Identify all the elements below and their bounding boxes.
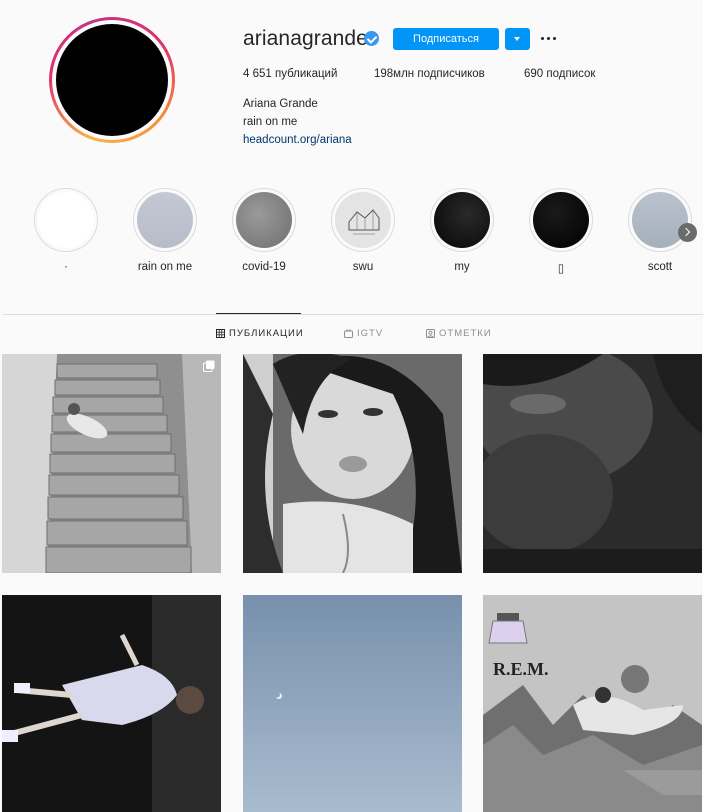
highlight-swu[interactable] [331,188,395,252]
tab-tagged[interactable]: ОТМЕТКИ [426,328,492,339]
portrait-photo-image [243,354,462,573]
verified-badge-icon [364,31,379,46]
suggestions-dropdown-button[interactable] [505,28,530,50]
highlight-box[interactable] [529,188,593,252]
highlight-1[interactable] [34,188,98,252]
dance-photo-image [2,595,221,812]
highlight-cover [38,192,94,248]
post-thumbnail-portrait[interactable] [243,354,462,573]
highlights-next-arrow-icon[interactable] [678,223,697,242]
highlight-label: my [454,261,470,273]
posts-count: 4 651 публикаций [243,68,338,80]
house-sketch-icon [348,209,380,235]
sky-moon-photo-image [243,595,462,812]
highlight-label: rain on me [137,261,193,273]
highlight-cover [335,192,391,248]
follow-button[interactable]: Подписаться [393,28,499,50]
post-thumbnail-sky[interactable] [243,595,462,812]
highlight-covid-19[interactable] [232,188,296,252]
rem-perfume-art-image: R.E.M. [483,595,702,812]
highlight-cover [434,192,490,248]
carousel-icon [203,360,215,372]
highlight-label: scott [647,261,673,273]
tab-posts[interactable]: ПУБЛИКАЦИИ [216,328,304,339]
avatar[interactable] [56,24,168,136]
tab-label: ОТМЕТКИ [439,328,492,339]
highlight-cover [236,192,292,248]
highlight-scott[interactable] [628,188,692,252]
profile-avatar-ring[interactable] [49,17,175,143]
active-tab-indicator [216,313,301,314]
highlight-label: covid-19 [242,261,286,273]
tab-igtv[interactable]: IGTV [344,328,383,339]
tabs-divider [3,314,703,315]
highlight-rain-on-me[interactable] [133,188,197,252]
igtv-icon [344,329,353,338]
profile-website-link[interactable]: headcount.org/ariana [243,134,352,146]
highlight-my[interactable] [430,188,494,252]
post-thumbnail-stairs[interactable] [2,354,221,573]
post-thumbnail-dark-closeup[interactable] [483,354,702,573]
post-thumbnail-dance[interactable] [2,595,221,812]
profile-username: arianagrande [243,27,368,50]
tab-label: ПУБЛИКАЦИИ [229,328,304,339]
svg-text:R.E.M.: R.E.M. [493,659,549,679]
highlight-cover [137,192,193,248]
tagged-icon [426,329,435,338]
grid-icon [216,329,225,338]
highlight-cover [533,192,589,248]
stairs-photo-image [2,354,221,573]
profile-bio: rain on me [243,116,298,128]
highlight-label: · [64,261,68,273]
highlight-label: ▯ [557,263,565,275]
more-options-icon[interactable] [539,31,559,45]
dark-closeup-photo-image [483,354,702,573]
highlight-cover [632,192,688,248]
followers-count-link[interactable]: 198млн подписчиков [374,68,485,80]
highlight-label: swu [352,261,374,273]
post-thumbnail-rem[interactable]: R.E.M. [483,595,702,812]
tab-label: IGTV [357,328,384,339]
following-count-link[interactable]: 690 подписок [524,68,595,80]
profile-full-name: Ariana Grande [243,98,318,110]
